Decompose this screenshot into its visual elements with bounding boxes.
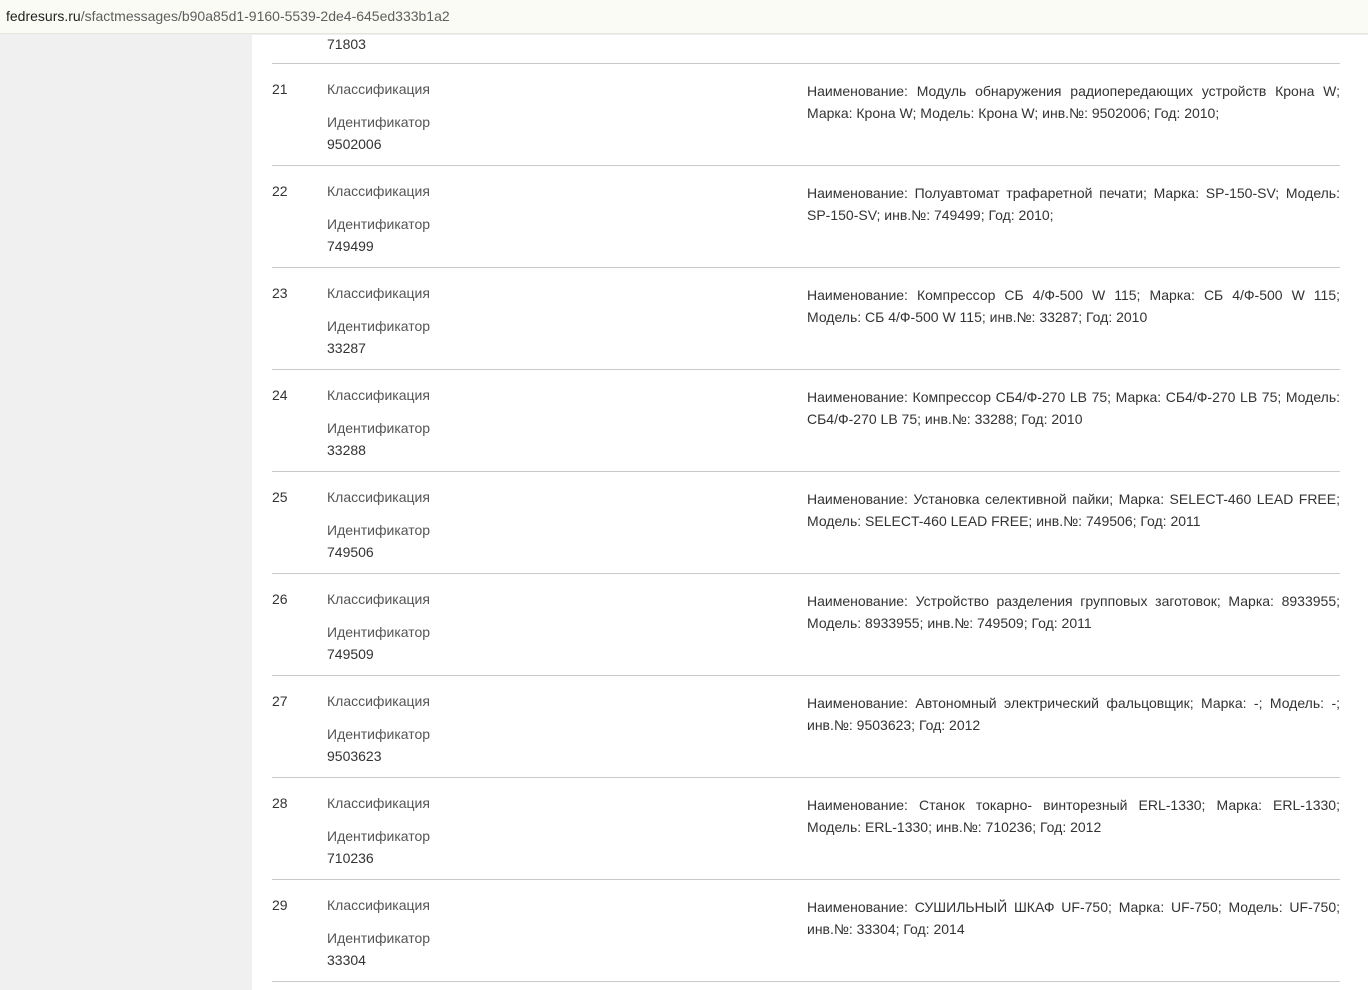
identifier-label: Идентификатор	[327, 318, 431, 334]
classification-label: Классификация	[327, 81, 430, 97]
identifier-value: 749509	[327, 646, 374, 662]
row-number: 26	[272, 591, 288, 607]
identifier-label: Идентификатор	[327, 930, 431, 946]
row-number: 21	[272, 81, 288, 97]
item-description: Наименование: СУШИЛЬНЫЙ ШКАФ UF-750; Мар…	[807, 899, 1340, 937]
main-content: 71803 21 Классификация Идентификатор 950200…	[252, 35, 1368, 990]
identifier-label: Идентификатор	[327, 420, 431, 436]
table-row: 21 Классификация Идентификатор 9502006 Наиме…	[272, 64, 1340, 166]
item-description: Наименование: Станок токарно- винторезны…	[807, 797, 1340, 835]
row-number: 24	[272, 387, 288, 403]
identifier-label: Идентификатор	[327, 216, 431, 232]
item-description: Наименование: Установка селективной пайк…	[807, 491, 1340, 529]
identifier-label: Идентификатор	[327, 828, 431, 844]
url-text[interactable]: fedresurs.ru/sfactmessages/b90a85d1-9160…	[6, 7, 450, 25]
item-description: Наименование: Автономный электрический ф…	[807, 695, 1340, 733]
row-number: 22	[272, 183, 288, 199]
identifier-value: 710236	[327, 850, 374, 866]
table-row-previous: 71803	[272, 35, 1340, 64]
table-row: 25 Классификация Идентификатор 749506 Наимен…	[272, 472, 1340, 574]
item-description: Наименование: Устройство разделения груп…	[807, 593, 1340, 631]
identifier-value: 33304	[327, 952, 366, 968]
table-row: 29 Классификация Идентификатор 33304 Наимено…	[272, 880, 1340, 982]
identifier-label: Идентификатор	[327, 624, 431, 640]
left-gutter	[0, 35, 252, 990]
identifier-label: Идентификатор	[327, 726, 431, 742]
row-number: 29	[272, 897, 288, 913]
url-path: /sfactmessages/b90a85d1-9160-5539-2de4-6…	[80, 8, 450, 24]
identifier-label: Идентификатор	[327, 522, 431, 538]
property-table: 71803 21 Классификация Идентификатор 950200…	[272, 35, 1340, 982]
identifier-value: 33288	[327, 442, 366, 458]
table-row: 27 Классификация Идентификатор 9503623 Наиме…	[272, 676, 1340, 778]
identifier-value: 749499	[327, 238, 374, 254]
classification-label: Классификация	[327, 489, 430, 505]
identifier-value: 749506	[327, 544, 374, 560]
identifier-value: 9502006	[327, 136, 382, 152]
row-number: 25	[272, 489, 288, 505]
table-row: 24 Классификация Идентификатор 33288 Наимено…	[272, 370, 1340, 472]
classification-label: Классификация	[327, 795, 430, 811]
item-description: Наименование: Полуавтомат трафаретной пе…	[807, 185, 1340, 223]
table-row: 28 Классификация Идентификатор 710236 Наимен…	[272, 778, 1340, 880]
identifier-label: Идентификатор	[327, 114, 431, 130]
row-number: 23	[272, 285, 288, 301]
item-description: Наименование: Компрессор СБ 4/Ф-500 W 11…	[807, 287, 1340, 325]
address-bar[interactable]: fedresurs.ru/sfactmessages/b90a85d1-9160…	[0, 0, 1368, 34]
classification-label: Классификация	[327, 285, 430, 301]
row-number: 27	[272, 693, 288, 709]
identifier-value: 33287	[327, 340, 366, 356]
row-number: 28	[272, 795, 288, 811]
classification-label: Классификация	[327, 183, 430, 199]
classification-label: Классификация	[327, 897, 430, 913]
identifier-value: 9503623	[327, 748, 382, 764]
identifier-value: 71803	[327, 36, 366, 52]
classification-label: Классификация	[327, 693, 430, 709]
url-domain: fedresurs.ru	[6, 8, 81, 24]
table-row: 22 Классификация Идентификатор 749499 Наимен…	[272, 166, 1340, 268]
classification-label: Классификация	[327, 591, 430, 607]
table-row: 26 Классификация Идентификатор 749509 Наимен…	[272, 574, 1340, 676]
item-description: Наименование: Компрессор СБ4/Ф-270 LB 75…	[807, 389, 1340, 427]
table-row: 23 Классификация Идентификатор 33287 Наимено…	[272, 268, 1340, 370]
classification-label: Классификация	[327, 387, 430, 403]
item-description: Наименование: Модуль обнаружения радиопе…	[807, 83, 1340, 121]
